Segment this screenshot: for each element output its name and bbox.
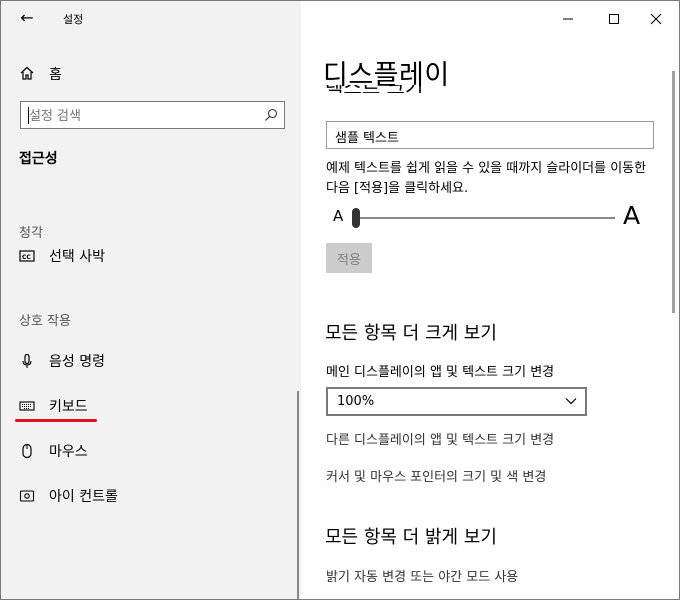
sidebar-item-label: 음성 명령: [49, 354, 105, 370]
section-title: 접근성: [19, 151, 58, 167]
selected-indicator: [15, 419, 97, 422]
main-scrollbar[interactable]: [672, 71, 675, 313]
text-size-slider[interactable]: A A: [331, 201, 651, 233]
sidebar-item-speech[interactable]: 음성 명령: [19, 349, 279, 373]
text-size-heading: 텍스트 크기: [325, 85, 525, 93]
sample-text: 샘플 텍스트: [335, 131, 399, 146]
sidebar-scrollbar[interactable]: [297, 391, 299, 599]
scale-dropdown-label: 메인 디스플레이의 앱 및 텍스트 크기 변경: [326, 365, 555, 380]
other-display-link[interactable]: 다른 디스플레이의 앱 및 텍스트 크기 변경: [326, 429, 554, 448]
microphone-icon: [22, 353, 32, 368]
maximize-button[interactable]: [591, 5, 637, 33]
group-label-hearing: 청각: [19, 226, 43, 241]
slider-min-label: A: [333, 207, 344, 225]
search-input[interactable]: [27, 105, 261, 127]
text-size-heading-text: 텍스트 크기: [325, 85, 423, 93]
close-icon: [650, 13, 662, 25]
sidebar-item-label: 홈: [49, 67, 62, 83]
section-title-brighter: 모든 항목 더 밝게 보기: [325, 527, 497, 548]
home-icon: [20, 66, 34, 80]
close-button[interactable]: [633, 5, 679, 33]
scale-dropdown[interactable]: 100%: [326, 387, 587, 416]
slider-max-label: A: [623, 201, 641, 230]
sidebar-item-captions[interactable]: CC 선택 사박: [19, 244, 279, 268]
minimize-icon: [563, 18, 573, 20]
title-bar-left: ← 설정: [1, 1, 301, 35]
sample-text-box: 샘플 텍스트: [326, 121, 654, 149]
chevron-down-icon: [565, 398, 577, 405]
window-title: 설정: [63, 13, 84, 26]
eye-control-icon: [19, 490, 35, 502]
section-title-bigger: 모든 항목 더 크게 보기: [325, 323, 497, 344]
group-label-interaction: 상호 작용: [19, 314, 71, 329]
minimize-button[interactable]: [545, 5, 591, 33]
maximize-icon: [609, 14, 619, 24]
cursor-size-link[interactable]: 커서 및 마우스 포인터의 크기 및 색 변경: [326, 466, 546, 485]
settings-window: ← 설정 홈 접근성 청각 CC 선택 사박 상호 작용: [0, 0, 680, 600]
sidebar-item-eye-control[interactable]: 아이 컨트롤: [19, 484, 279, 508]
sidebar-item-label: 키보드: [49, 399, 88, 415]
svg-text:CC: CC: [22, 254, 31, 261]
back-arrow-icon[interactable]: ←: [17, 9, 37, 27]
slider-thumb[interactable]: [352, 208, 360, 228]
sidebar-item-keyboard[interactable]: 키보드: [19, 394, 279, 418]
night-light-link[interactable]: 밝기 자동 변경 또는 야간 모드 사용: [326, 566, 518, 585]
sidebar: ← 설정 홈 접근성 청각 CC 선택 사박 상호 작용: [1, 1, 301, 599]
scale-dropdown-value: 100%: [337, 394, 375, 409]
sidebar-item-label: 마우스: [49, 444, 88, 460]
keyboard-icon: [19, 401, 35, 411]
closed-captions-icon: CC: [19, 250, 35, 262]
sidebar-item-mouse[interactable]: 마우스: [19, 439, 279, 463]
search-icon[interactable]: [264, 108, 278, 122]
slider-description: 예제 텍스트를 쉽게 읽을 수 있을 때까지 슬라이더를 이동한 다음 [적용]…: [326, 161, 647, 196]
mouse-icon: [22, 443, 32, 459]
sidebar-item-label: 아이 컨트롤: [49, 489, 118, 505]
slider-track[interactable]: [353, 217, 615, 219]
sidebar-item-label: 선택 사박: [49, 249, 105, 265]
apply-button[interactable]: 적용: [326, 243, 372, 273]
search-box[interactable]: [20, 101, 285, 129]
